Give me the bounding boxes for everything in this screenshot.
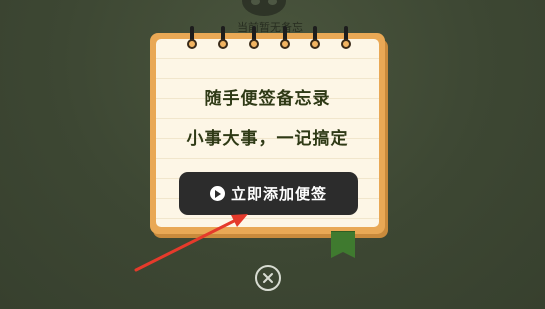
spiral-ring-icon [341,26,351,52]
panda-eye-icon [251,0,260,5]
close-button[interactable] [255,265,281,291]
close-circle-icon [263,273,273,283]
popup-subtitle: 小事大事，一记搞定 [186,129,349,149]
add-note-button[interactable]: 立即添加便签 [179,172,358,215]
spiral-ring-icon [218,26,228,52]
bookmark-ribbon-icon [331,232,355,258]
spiral-ring-icon [249,26,259,52]
panda-eye-icon [268,0,277,5]
popup-title: 随手便签备忘录 [204,89,331,109]
spiral-ring-icon [187,26,197,52]
spiral-ring-icon [280,26,290,52]
spiral-ring-icon [310,26,320,52]
add-note-button-label: 立即添加便签 [230,185,327,203]
play-circle-icon [209,186,225,201]
